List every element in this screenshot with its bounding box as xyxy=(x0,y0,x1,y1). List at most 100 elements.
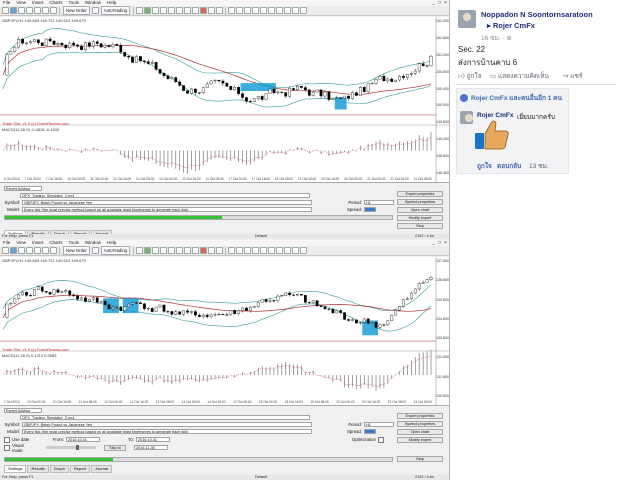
expert-properties-button[interactable]: Expert properties xyxy=(397,413,443,419)
periods-icon[interactable] xyxy=(208,247,216,254)
visual-mode-checkbox[interactable] xyxy=(4,444,10,451)
price-chart[interactable]: GBPJPY,H1 149.693 149.721 149.513 149.67… xyxy=(0,257,449,406)
strategy-tester-icon[interactable] xyxy=(50,247,57,254)
post-page[interactable]: ▸ Rojer CmFx xyxy=(487,21,535,30)
expert-select[interactable]: OFX_Trading_Simulator_2.ex4 xyxy=(20,414,310,421)
tab-report[interactable]: Report xyxy=(69,465,90,473)
modify-expert-button[interactable]: Modify expert xyxy=(397,215,443,221)
zoom-out-icon[interactable] xyxy=(168,247,176,254)
tab-journal[interactable]: Journal xyxy=(90,465,113,473)
line-chart-icon[interactable] xyxy=(152,7,160,14)
text-icon[interactable] xyxy=(284,7,292,14)
text-icon[interactable] xyxy=(284,247,292,254)
tile-windows-icon[interactable] xyxy=(176,247,184,254)
comment-reply-link[interactable]: ตอบกลับ xyxy=(497,161,521,171)
from-date-field[interactable]: 2016.10.01 xyxy=(66,436,100,443)
symbol-properties-button[interactable]: Symbol properties xyxy=(397,199,443,205)
new-order-button[interactable]: New Order xyxy=(63,6,90,15)
fibonacci-icon[interactable] xyxy=(276,247,284,254)
period-select[interactable]: H1 xyxy=(364,199,394,206)
price-chart[interactable]: GBPJPY,H1 149.693 149.721 149.513 149.67… xyxy=(0,17,449,183)
periods-icon[interactable] xyxy=(208,7,216,14)
profiles-icon[interactable] xyxy=(10,7,17,14)
chart-shift-icon[interactable] xyxy=(192,247,200,254)
vertical-line-icon[interactable] xyxy=(244,247,252,254)
market-watch-icon[interactable] xyxy=(18,7,25,14)
stop-button[interactable]: Stop xyxy=(397,456,443,462)
channel-icon[interactable] xyxy=(268,7,276,14)
autotrading-button[interactable]: AutoTrading xyxy=(100,246,131,255)
model-select[interactable]: Every tick (the most precise method base… xyxy=(22,206,312,213)
comment-like-link[interactable]: ถูกใจ xyxy=(477,161,492,171)
chart-shift-icon[interactable] xyxy=(192,7,200,14)
fibonacci-icon[interactable] xyxy=(276,7,284,14)
autotrading-button[interactable]: AutoTrading xyxy=(100,6,131,15)
tile-windows-icon[interactable] xyxy=(176,7,184,14)
to-date-field[interactable]: 2016.10.31 xyxy=(136,436,170,443)
data-window-icon[interactable] xyxy=(26,247,33,254)
navigator-icon[interactable] xyxy=(34,7,41,14)
terminal-icon[interactable] xyxy=(42,247,49,254)
optimization-checkbox[interactable] xyxy=(378,436,384,443)
stop-button[interactable]: Stop xyxy=(397,223,443,229)
spread-select[interactable] xyxy=(364,206,376,213)
new-order-button[interactable]: New Order xyxy=(63,246,90,255)
navigator-icon[interactable] xyxy=(34,247,41,254)
autoscroll-icon[interactable] xyxy=(184,7,192,14)
tab-graph[interactable]: Graph xyxy=(49,465,69,473)
arrows-icon[interactable] xyxy=(300,7,308,14)
model-select[interactable]: Every tick (the most precise method base… xyxy=(22,428,312,435)
vertical-line-icon[interactable] xyxy=(244,7,252,14)
terminal-icon[interactable] xyxy=(42,7,49,14)
bar-chart-icon[interactable] xyxy=(136,247,144,254)
trendline-icon[interactable] xyxy=(260,247,268,254)
new-chart-icon[interactable] xyxy=(2,7,9,14)
zoom-in-icon[interactable] xyxy=(160,247,168,254)
zoom-in-icon[interactable] xyxy=(160,7,168,14)
expert-properties-button[interactable]: Expert properties xyxy=(397,191,443,197)
modify-expert-button[interactable]: Modify expert xyxy=(397,437,443,443)
use-date-checkbox[interactable] xyxy=(4,436,10,443)
arrows-icon[interactable] xyxy=(300,247,308,254)
candle-chart-icon[interactable] xyxy=(144,7,152,14)
crosshair-icon[interactable] xyxy=(236,247,244,254)
tab-results[interactable]: Results xyxy=(27,465,49,473)
commenter-avatar[interactable] xyxy=(460,111,473,124)
templates-icon[interactable] xyxy=(216,7,224,14)
comment-button[interactable]: ▭ แสดงความคิดเห็น xyxy=(490,71,549,81)
skip-to-date-field[interactable]: 2016.11.30 xyxy=(134,444,168,451)
symbol-select[interactable]: GBPJPY, Britsh Pound vs Japanese Yen xyxy=(22,199,312,206)
bar-chart-icon[interactable] xyxy=(136,7,144,14)
like-button[interactable]: 👍︎ ถูกใจ xyxy=(458,71,481,81)
expert-select[interactable]: OFX_Trading_Simulator_2.ex4 xyxy=(20,192,310,199)
post-timestamp[interactable]: 16 ชม. · ⊕ xyxy=(481,33,512,43)
new-chart-icon[interactable] xyxy=(2,247,9,254)
horizontal-line-icon[interactable] xyxy=(252,247,260,254)
period-select[interactable]: H1 xyxy=(364,421,394,428)
tester-type-select[interactable]: Expert Advisor xyxy=(4,185,42,192)
label-icon[interactable] xyxy=(292,247,300,254)
zoom-out-icon[interactable] xyxy=(168,7,176,14)
spread-select[interactable] xyxy=(364,428,376,435)
trendline-icon[interactable] xyxy=(260,7,268,14)
indicators-icon[interactable] xyxy=(200,247,208,254)
share-button[interactable]: ↪ แชร์ xyxy=(563,71,582,81)
visual-speed-slider[interactable] xyxy=(46,445,96,450)
line-chart-icon[interactable] xyxy=(152,247,160,254)
open-chart-button[interactable]: Open chart xyxy=(397,207,443,213)
post-author[interactable]: Noppadon N Soontornsaratoon xyxy=(481,10,593,19)
channel-icon[interactable] xyxy=(268,247,276,254)
open-chart-button[interactable]: Open chart xyxy=(397,429,443,435)
cursor-icon[interactable] xyxy=(228,247,236,254)
label-icon[interactable] xyxy=(292,7,300,14)
symbol-select[interactable]: GBPJPY, Britsh Pound vs Japanese Yen xyxy=(22,421,312,428)
author-avatar[interactable] xyxy=(458,10,476,28)
likes-summary[interactable]: Rojer CmFx และคนอื่นอีก 1 คน xyxy=(471,93,562,103)
profiles-icon[interactable] xyxy=(10,247,17,254)
candle-chart-icon[interactable] xyxy=(144,247,152,254)
templates-icon[interactable] xyxy=(216,247,224,254)
metaeditor-icon[interactable] xyxy=(91,247,99,254)
market-watch-icon[interactable] xyxy=(18,247,25,254)
autoscroll-icon[interactable] xyxy=(184,247,192,254)
metaeditor-icon[interactable] xyxy=(91,7,99,14)
